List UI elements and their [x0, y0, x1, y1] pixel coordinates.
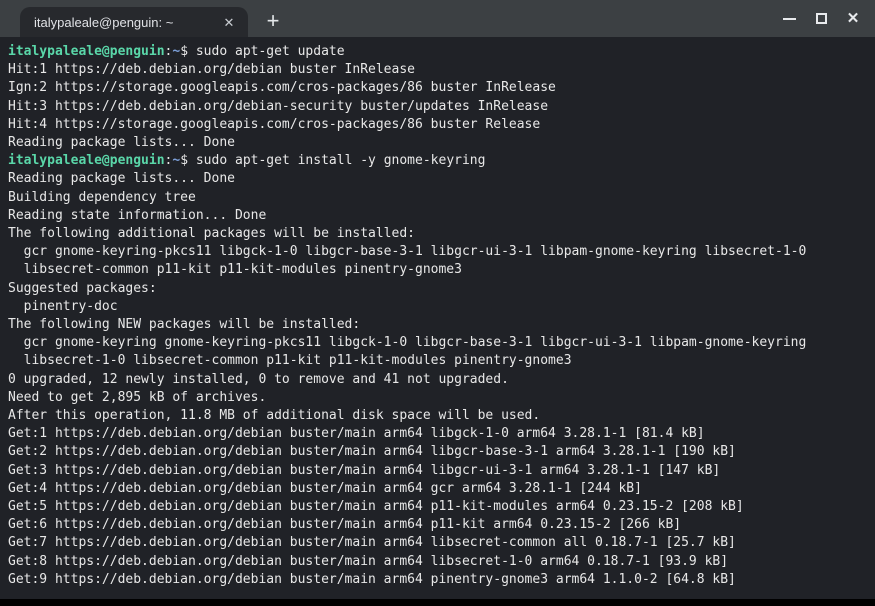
terminal-line: pinentry-doc — [8, 298, 867, 316]
terminal-line: libsecret-common p11-kit p11-kit-modules… — [8, 261, 867, 279]
window-controls: ✕ — [773, 0, 875, 37]
terminal-output-area[interactable]: italypaleale@penguin:~$ sudo apt-get upd… — [0, 37, 875, 599]
tab-title: italypaleale@penguin: ~ — [34, 15, 220, 30]
terminal-line: Hit:1 https://deb.debian.org/debian bust… — [8, 61, 867, 79]
prompt-user-host: italypaleale@penguin — [8, 153, 165, 168]
tab-close-icon[interactable]: ✕ — [220, 13, 238, 31]
terminal-line: After this operation, 11.8 MB of additio… — [8, 407, 867, 425]
terminal-line: The following NEW packages will be insta… — [8, 316, 867, 334]
terminal-prompt-line: italypaleale@penguin:~$ sudo apt-get ins… — [8, 152, 867, 170]
terminal-line: Get:9 https://deb.debian.org/debian bust… — [8, 571, 867, 589]
terminal-line: Hit:4 https://storage.googleapis.com/cro… — [8, 116, 867, 134]
terminal-line: Ign:2 https://storage.googleapis.com/cro… — [8, 79, 867, 97]
minimize-button[interactable] — [773, 3, 805, 35]
close-icon: ✕ — [847, 11, 860, 26]
terminal-prompt-line: italypaleale@penguin:~$ sudo apt-get upd… — [8, 43, 867, 61]
terminal-tab[interactable]: italypaleale@penguin: ~ ✕ — [20, 7, 248, 37]
terminal-line: Reading package lists... Done — [8, 134, 867, 152]
close-button[interactable]: ✕ — [837, 3, 869, 35]
terminal-line: Get:8 https://deb.debian.org/debian bust… — [8, 553, 867, 571]
terminal-line: Need to get 2,895 kB of archives. — [8, 389, 867, 407]
maximize-icon — [816, 13, 827, 24]
terminal-line: Get:2 https://deb.debian.org/debian bust… — [8, 443, 867, 461]
maximize-button[interactable] — [805, 3, 837, 35]
terminal-line: Get:4 https://deb.debian.org/debian bust… — [8, 480, 867, 498]
terminal-line: Get:1 https://deb.debian.org/debian bust… — [8, 425, 867, 443]
terminal-line: Suggested packages: — [8, 280, 867, 298]
terminal-line: Hit:3 https://deb.debian.org/debian-secu… — [8, 98, 867, 116]
terminal-line: Get:5 https://deb.debian.org/debian bust… — [8, 498, 867, 516]
terminal-line: gcr gnome-keyring-pkcs11 libgck-1-0 libg… — [8, 243, 867, 261]
tab-bar: italypaleale@penguin: ~ ✕ + — [0, 0, 875, 37]
terminal-line: libsecret-1-0 libsecret-common p11-kit p… — [8, 352, 867, 370]
terminal-line: Building dependency tree — [8, 189, 867, 207]
terminal-line: Reading state information... Done — [8, 207, 867, 225]
terminal-line: Reading package lists... Done — [8, 170, 867, 188]
terminal-line: Get:7 https://deb.debian.org/debian bust… — [8, 534, 867, 552]
terminal-line: Get:6 https://deb.debian.org/debian bust… — [8, 516, 867, 534]
minimize-icon — [783, 18, 796, 20]
terminal-line: 0 upgraded, 12 newly installed, 0 to rem… — [8, 371, 867, 389]
terminal-line: The following additional packages will b… — [8, 225, 867, 243]
prompt-command: sudo apt-get install -y gnome-keyring — [196, 153, 486, 168]
window-bottom-edge — [0, 599, 875, 606]
prompt-user-host: italypaleale@penguin — [8, 44, 165, 59]
prompt-command: sudo apt-get update — [196, 44, 345, 59]
terminal-line: gcr gnome-keyring gnome-keyring-pkcs11 l… — [8, 334, 867, 352]
new-tab-button[interactable]: + — [260, 8, 286, 34]
terminal-window: italypaleale@penguin: ~ ✕ + ✕ italypalea… — [0, 0, 875, 606]
terminal-line: Get:3 https://deb.debian.org/debian bust… — [8, 462, 867, 480]
